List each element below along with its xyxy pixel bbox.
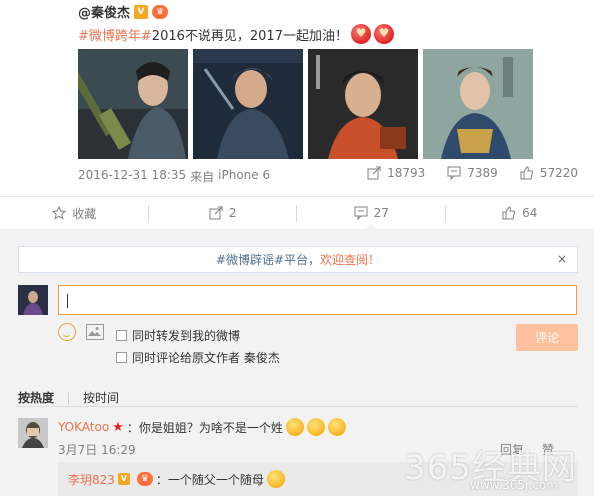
emoji-icon xyxy=(327,418,346,436)
weibo-post-card: @秦俊杰 V ♛ #微博跨年# 2016不说再见，2017一起加油！ ♥ ♥ 2… xyxy=(0,0,594,196)
sync-author-option[interactable]: 同时评论给原文作者 秦俊杰 xyxy=(116,347,280,367)
forward-icon xyxy=(367,166,381,180)
avatar[interactable] xyxy=(18,285,48,315)
member-crown-icon: ♛ xyxy=(136,472,153,486)
comment-icon xyxy=(447,166,461,180)
post-photo[interactable] xyxy=(78,49,188,159)
post-photo[interactable] xyxy=(423,49,533,159)
sort-divider xyxy=(68,391,70,404)
reply-text: ：一个随父一个随母 xyxy=(155,472,264,487)
sort-by-hot-tab[interactable]: 按热度 xyxy=(18,389,54,406)
author-name[interactable]: @秦俊杰 xyxy=(78,2,130,21)
forward-icon xyxy=(209,206,223,220)
composer-options: 同时转发到我的微博 同时评论给原文作者 秦俊杰 xyxy=(116,325,280,369)
verified-badge-icon: V xyxy=(117,473,130,485)
favorite-label: 收藏 xyxy=(72,206,97,221)
emoji-icon xyxy=(266,470,285,488)
post-body-text: 2016不说再见，2017一起加油！ xyxy=(151,28,348,44)
sort-divider-line xyxy=(18,406,578,407)
comment-button-count: 27 xyxy=(373,206,389,220)
notice-highlight-link[interactable]: 欢迎查阅！ xyxy=(320,251,380,268)
post-photo[interactable] xyxy=(308,49,418,159)
sync-weibo-label: 同时转发到我的微博 xyxy=(132,328,241,343)
post-topic-link[interactable]: #微博跨年# xyxy=(78,25,152,44)
avatar[interactable] xyxy=(18,418,48,448)
submit-comment-button[interactable]: 评论 xyxy=(516,324,578,351)
sync-author-checkbox[interactable] xyxy=(116,351,127,363)
comment-button[interactable]: 27 xyxy=(297,197,446,230)
post-from-label: 来自 xyxy=(190,170,215,184)
post-text: #微博跨年# 2016不说再见，2017一起加油！ ♥ ♥ xyxy=(78,24,394,44)
comment-time: 3月7日 16:29 xyxy=(58,443,136,457)
image-upload-icon[interactable] xyxy=(86,324,104,340)
notice-topic-link[interactable]: #微博辟谣#平台， xyxy=(216,251,320,268)
sort-by-time-tab[interactable]: 按时间 xyxy=(83,389,119,406)
sync-weibo-option[interactable]: 同时转发到我的微博 xyxy=(116,325,280,345)
post-photo[interactable] xyxy=(193,49,303,159)
watermark-url: www.365j.com xyxy=(470,478,558,492)
comment-item: YOKAtoo ★ ：你是姐姐？为啥不是一个姓 xyxy=(58,418,346,436)
thumb-up-icon xyxy=(520,166,533,180)
favorite-button[interactable]: 收藏 xyxy=(0,197,149,229)
sync-author-label: 同时评论给原文作者 秦俊杰 xyxy=(132,350,280,365)
reply-body: 李玥823 V ♛ ：一个随父一个随母 xyxy=(68,470,285,488)
sync-weibo-checkbox[interactable] xyxy=(116,329,127,341)
member-star-icon: ★ xyxy=(112,419,124,435)
post-action-bar: 收藏 2 27 64 xyxy=(0,196,594,230)
post-stats: 18793 7389 57220 xyxy=(367,166,578,180)
rumor-notice-banner: #微博辟谣#平台， 欢迎查阅！ × xyxy=(18,246,578,273)
emoji-icon[interactable] xyxy=(58,323,76,341)
forward-stat[interactable]: 18793 xyxy=(367,166,425,180)
heart-emoji-icon: ♥ xyxy=(373,24,394,44)
post-photos xyxy=(78,49,533,159)
verified-badge-icon: V xyxy=(134,4,149,19)
comment-text: ：你是姐姐？为啥不是一个姓 xyxy=(126,420,283,435)
forward-count: 18793 xyxy=(387,166,426,180)
like-stat[interactable]: 57220 xyxy=(520,166,578,180)
post-source[interactable]: iPhone 6 xyxy=(218,168,270,185)
comment-sort-tabs: 按热度 按时间 xyxy=(18,389,119,406)
commenter-name[interactable]: YOKAtoo xyxy=(58,420,109,434)
like-button-count: 64 xyxy=(522,206,538,220)
repost-count: 2 xyxy=(228,206,237,220)
like-count: 57220 xyxy=(539,166,578,180)
emoji-icon xyxy=(285,418,304,436)
like-button[interactable]: 64 xyxy=(446,197,594,229)
thumb-up-icon xyxy=(502,206,516,220)
composer-tools xyxy=(58,323,104,341)
close-icon[interactable]: × xyxy=(557,252,567,266)
emoji-icon xyxy=(306,418,325,436)
comment-count: 7389 xyxy=(467,166,498,180)
comment-icon xyxy=(354,206,368,220)
star-icon xyxy=(52,206,67,220)
repost-button[interactable]: 2 xyxy=(149,197,298,229)
post-time[interactable]: 2016-12-31 18:35 xyxy=(78,168,186,185)
member-crown-icon: ♛ xyxy=(152,4,169,19)
author-row: @秦俊杰 V ♛ xyxy=(78,2,169,21)
comment-stat[interactable]: 7389 xyxy=(447,166,498,180)
post-meta: 2016-12-31 18:35 来自 iPhone 6 xyxy=(78,168,270,185)
comment-input[interactable] xyxy=(58,285,577,315)
heart-emoji-icon: ♥ xyxy=(350,24,371,44)
reply-author-name[interactable]: 李玥823 xyxy=(68,471,115,488)
